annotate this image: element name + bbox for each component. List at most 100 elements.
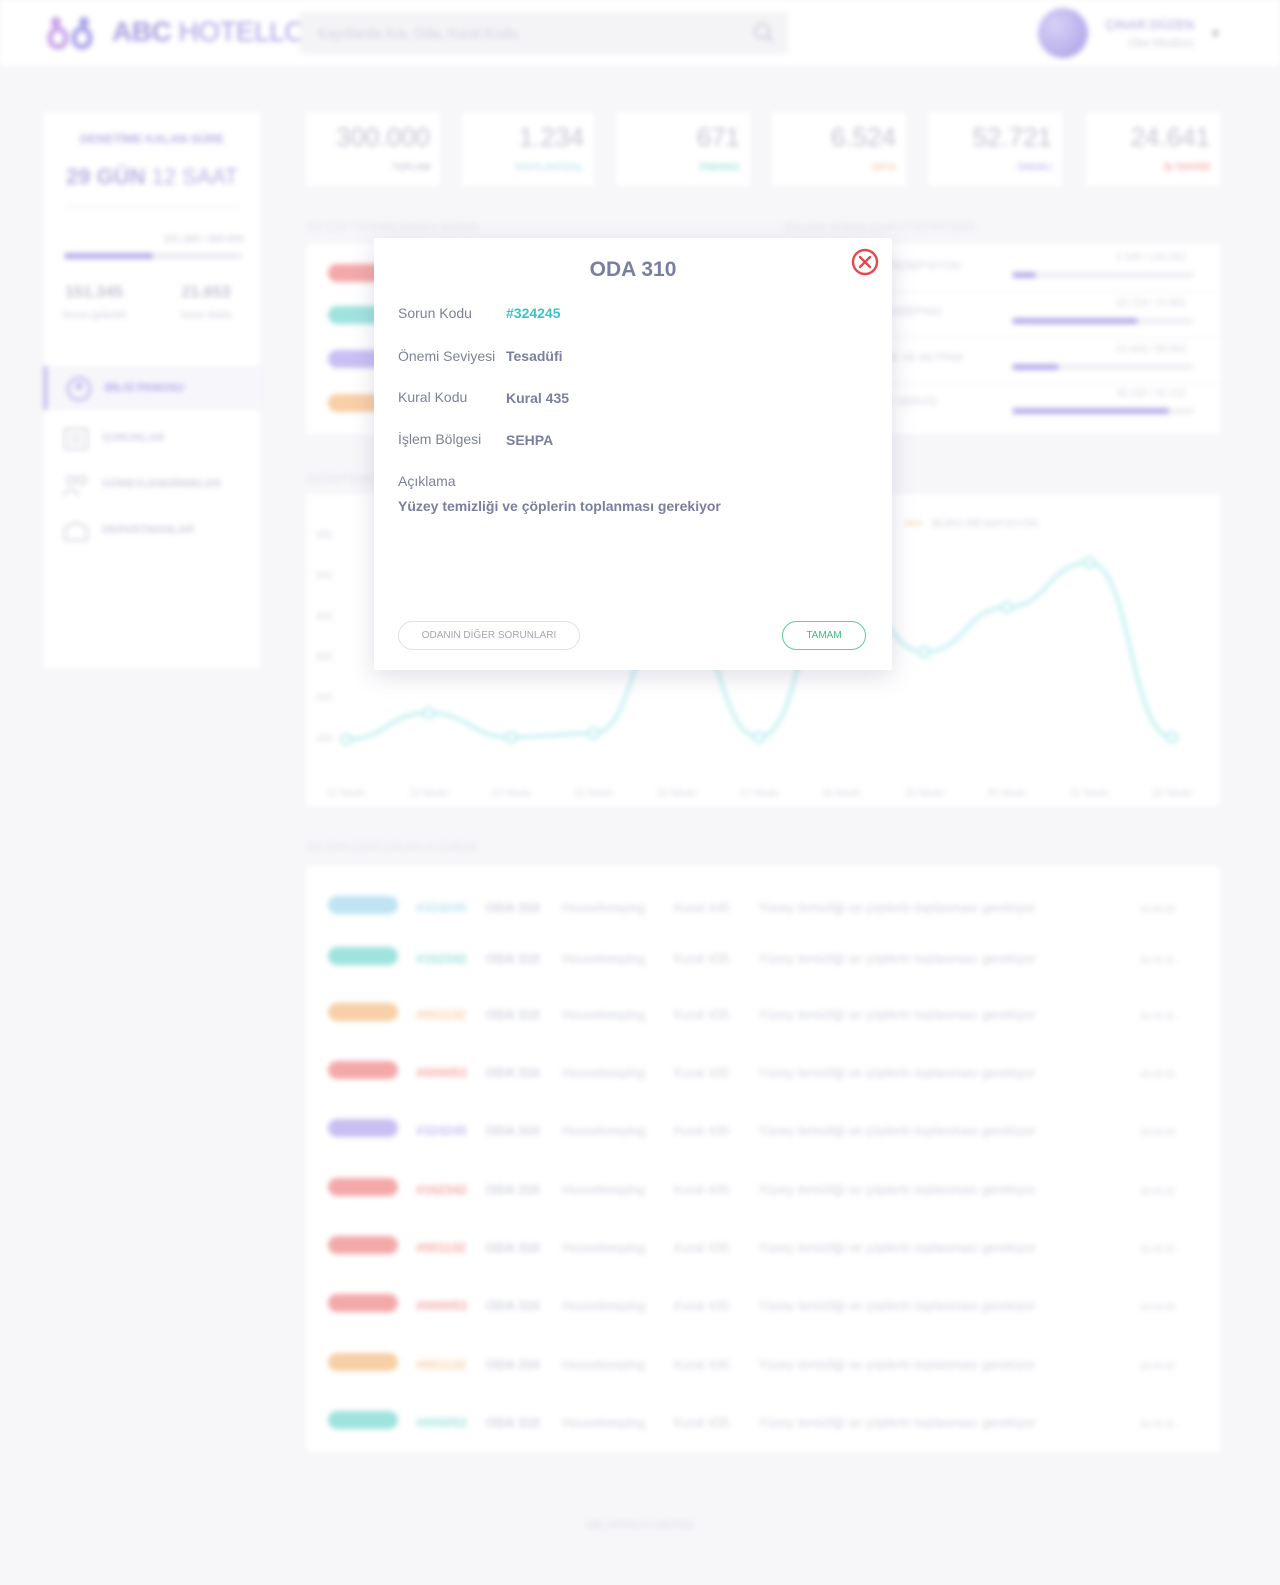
rule-code: Kural 435 (674, 1123, 730, 1138)
department-name: Housekeeping (562, 1065, 646, 1080)
user-role: Otel Müdürü (1128, 36, 1195, 50)
operation-area-value: SEHPA (506, 432, 554, 448)
search-input[interactable]: Kayıtlarda Ara, Oda, Kural Kodu (318, 25, 517, 41)
sidebar-item-departments[interactable]: DEPARTMANLAR (44, 508, 260, 552)
room-name: ODA 310 (486, 1007, 540, 1022)
department-name: Housekeeping (562, 1123, 646, 1138)
due-date: 16.04.20 (1140, 1302, 1176, 1312)
table-row[interactable]: #162342 ODA 310 Housekeeping Kural 435 Yüzey… (306, 1170, 1220, 1210)
due-date: 16.04.20 (1140, 1361, 1176, 1371)
issue-description: Yüzey temizliği ve çöplerin toplanması g… (758, 951, 1036, 966)
rule-code-value: Kural 435 (506, 390, 570, 406)
severity-chip (328, 1061, 398, 1079)
department-progress-bar (1012, 318, 1194, 324)
table-row[interactable]: #000053 ODA 310 Housekeeping Kural 435 Yüzey… (306, 1286, 1220, 1326)
chart-section-title: DEPARTMAN (308, 474, 373, 485)
data-point[interactable] (1000, 601, 1013, 614)
sidebar-item-label: GÖREVLENDİRMELER (102, 478, 222, 490)
data-point[interactable] (918, 645, 931, 658)
table-row[interactable]: #324245 ODA 310 Housekeeping Kural 435 Yüzey… (306, 888, 1220, 928)
avatar[interactable] (1038, 8, 1088, 58)
modal-title: ODA 310 (589, 258, 677, 281)
table-row[interactable]: #001132 ODA 310 Housekeeping Kural 435 Yüzey… (306, 995, 1220, 1035)
rule-code: Kural 435 (674, 1007, 730, 1022)
search-icon[interactable] (752, 21, 776, 45)
data-point[interactable] (505, 731, 518, 744)
table-row[interactable]: #000053 ODA 310 Housekeeping Kural 435 Yüzey… (306, 1403, 1220, 1443)
room-name: ODA 310 (486, 1240, 540, 1255)
stat-card-threat[interactable]: 24.641 İŞ TEHTİDİ (1086, 112, 1220, 186)
room-other-issues-button[interactable]: ODANIN DİĞER SORUNLARI (398, 621, 580, 650)
due-date: 16.04.20 (1140, 1244, 1176, 1254)
chevron-down-icon[interactable]: ▼ (1209, 26, 1222, 41)
stat-card-random[interactable]: 1.234 RASTLANTISAL (462, 112, 594, 186)
stat-card-minor[interactable]: 671 ÖNEMSİZ (616, 112, 750, 186)
data-point[interactable] (1083, 556, 1096, 569)
x-tick-label: 21 Nisan (1070, 788, 1109, 799)
sidebar-item-label: SORUNLAR (102, 432, 165, 444)
x-tick-label: 12 Nisan (326, 788, 365, 799)
issues-icon (64, 428, 88, 450)
sidebar-item-label: DEPARTMANLAR (102, 524, 195, 536)
x-tick-label: 15 Nisan (574, 788, 613, 799)
data-point[interactable] (340, 733, 352, 746)
user-name[interactable]: ÇINAR DÜZEN (1105, 17, 1195, 32)
rule-code: Kural 435 (674, 1298, 730, 1313)
due-date: 16.04.20 (1140, 1419, 1176, 1429)
issue-code: #001132 (416, 1007, 466, 1022)
operation-area-label: İşlem Bölgesi (398, 431, 482, 447)
close-icon[interactable] (851, 248, 879, 276)
search-bar[interactable]: Kayıtlarda Ara, Oda, Kural Kodu (300, 12, 788, 54)
department-progress-bar (1012, 272, 1194, 278)
audit-countdown: 29 GÜN 12 SAAT (65, 164, 238, 189)
issue-code: #001132 (416, 1357, 466, 1372)
sidebar-item-dashboard[interactable]: BİLGİ PANOSU (44, 366, 260, 410)
y-tick-label: 200 (316, 693, 333, 704)
progress-ratio: 151.345 / 300.000 (163, 234, 244, 245)
table-row[interactable]: #162342 ODA 310 Housekeeping Kural 435 Yüzey… (306, 939, 1220, 979)
issue-description: Yüzey temizliği ve çöplerin toplanması g… (758, 1065, 1036, 1080)
severity-label: Önemi Seviyesi (398, 348, 496, 364)
data-point[interactable] (587, 727, 600, 740)
legend-label: BÜRO RESEPSİYON (932, 517, 1038, 530)
issue-code: #324245 (416, 1123, 467, 1138)
divider (64, 206, 240, 207)
y-tick-label: 100 (316, 733, 333, 744)
footer: ABC HOTELLO | DESTEK (586, 1520, 694, 1530)
sidebar-item-issues[interactable]: SORUNLAR (44, 416, 260, 460)
table-row[interactable]: #001132 ODA 310 Housekeeping Kural 435 Yüzey… (306, 1345, 1220, 1385)
table-row[interactable]: #001132 ODA 310 Housekeeping Kural 435 Yüzey… (306, 1228, 1220, 1268)
department-name: Housekeeping (562, 1182, 646, 1197)
y-tick-label: 600 (316, 530, 333, 541)
rule-code: Kural 435 (674, 1240, 730, 1255)
department-name: Housekeeping (562, 1415, 646, 1430)
x-tick-label: 14 Nisan (491, 788, 530, 799)
due-date: 16.04.20 (1140, 1186, 1176, 1196)
logo-text: ABC HOTELLO (112, 16, 306, 47)
stat-card-important[interactable]: 52.721 ÖNEMLİ (928, 112, 1062, 186)
severity-chip (328, 1119, 398, 1137)
rule-code: Kural 435 (674, 1357, 730, 1372)
data-point[interactable] (422, 706, 435, 719)
data-point[interactable] (1166, 731, 1178, 744)
due-date: 16.04.20 (1140, 1011, 1176, 1021)
y-tick-label: 400 (316, 611, 333, 622)
overdue-stat: 21.653 Günü doldu (180, 284, 232, 321)
dashboard-icon (67, 377, 91, 401)
stat-card-medium[interactable]: 6.524 ORTA (772, 112, 906, 186)
overdue-issues-title: EN SON GÜNÜ DOLAN 10 SORUN (308, 842, 477, 853)
data-point[interactable] (753, 731, 765, 744)
severity-chip (328, 896, 398, 914)
assignments-icon (63, 475, 87, 497)
stat-card-total[interactable]: 300.000 TOPLAM (306, 112, 440, 186)
sidebar-item-label: BİLGİ PANOSU (105, 382, 184, 394)
ok-button[interactable]: TAMAM (782, 621, 866, 650)
issue-code: #000053 (416, 1298, 467, 1313)
rule-code-label: Kural Kodu (398, 389, 468, 405)
table-row[interactable]: #324245 ODA 310 Housekeeping Kural 435 Yüzey… (306, 1111, 1220, 1151)
sidebar-item-assignments[interactable]: GÖREVLENDİRMELER (44, 462, 260, 506)
severity-value: Tesadüfi (506, 348, 563, 364)
table-row[interactable]: #000053 ODA 310 Housekeeping Kural 435 Yüzey… (306, 1053, 1220, 1093)
issue-description: Yüzey temizliği ve çöplerin toplanması g… (758, 900, 1036, 915)
issue-description: Yüzey temizliği ve çöplerin toplanması g… (758, 1415, 1036, 1430)
